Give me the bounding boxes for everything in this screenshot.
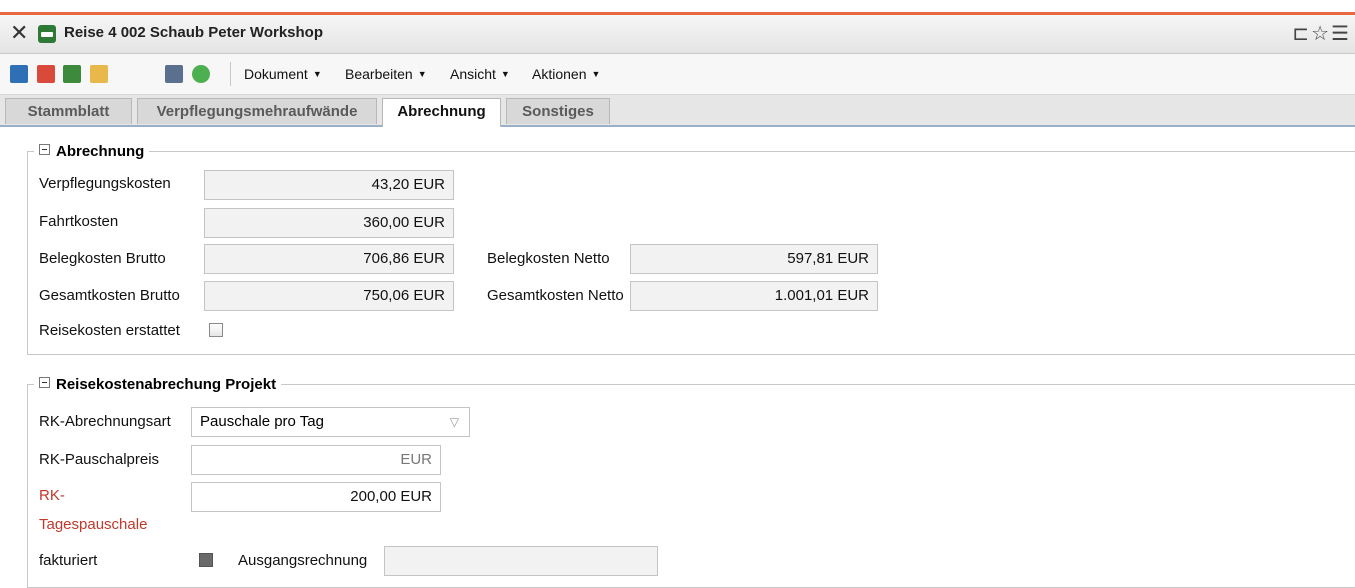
menu-icon[interactable]: ☰ [1331,23,1351,45]
gesamtkosten-netto-label: Gesamtkosten Netto [487,287,624,304]
rk-abrechnungsart-label: RK-Abrechnungsart [39,413,171,430]
tab-bar: Stammblatt Verpflegungsmehraufwände Abre… [0,95,1355,127]
pin-icon[interactable]: ⊏ [1292,23,1311,45]
belegkosten-netto-label: Belegkosten Netto [487,250,610,267]
belegkosten-brutto-label: Belegkosten Brutto [39,250,166,267]
menu-bearbeiten[interactable]: Bearbeiten ▼ [345,66,427,82]
gesamtkosten-brutto-label: Gesamtkosten Brutto [39,287,180,304]
rk-pauschalpreis-label: RK-Pauschalpreis [39,451,160,468]
menu-aktionen[interactable]: Aktionen ▼ [532,66,600,82]
title-bar: ✕ Reise 4 002 Schaub Peter Workshop ⊏☆☰ [0,15,1355,54]
delete-icon[interactable] [37,65,55,83]
travel-icon [38,25,56,43]
caret-down-icon: ▼ [500,69,510,79]
tab-abrechnung[interactable]: Abrechnung [382,98,501,127]
window-title: Reise 4 002 Schaub Peter Workshop [64,24,323,41]
belegkosten-brutto-field: 706,86 EUR [204,244,454,274]
tab-sonstiges[interactable]: Sonstiges [506,98,610,124]
gesamtkosten-netto-field: 1.001,01 EUR [630,281,878,311]
rk-tagespauschale-label-line2: Tagespauschale [39,516,148,533]
menu-ansicht[interactable]: Ansicht ▼ [450,66,510,82]
verpflegungskosten-field: 43,20 EUR [204,170,454,200]
rk-abrechnungsart-select[interactable]: Pauschale pro Tag ▽ [191,407,470,437]
gesamtkosten-brutto-field: 750,06 EUR [204,281,454,311]
ausgangsrechnung-field [384,546,658,576]
fahrtkosten-label: Fahrtkosten [39,213,119,230]
close-icon[interactable]: ✕ [10,21,28,45]
toolbar: Dokument ▼ Bearbeiten ▼ Ansicht ▼ Aktionen ▼ [0,54,1355,95]
check-icon[interactable] [192,65,210,83]
reisekosten-erstattet-label: Reisekosten erstattet [39,322,180,339]
dropdown-arrow-icon[interactable]: ▽ [450,408,459,436]
window-actions[interactable]: ⊏☆☰ [1292,21,1351,46]
verpflegungskosten-label: Verpflegungskosten [39,175,171,192]
save-icon[interactable] [10,65,28,83]
menu-dokument[interactable]: Dokument ▼ [244,66,322,82]
rk-tagespauschale-input[interactable]: 200,00 EUR [191,482,441,512]
collapse-icon[interactable] [39,144,50,155]
rk-pauschalpreis-input[interactable]: EUR [191,445,441,475]
caret-down-icon: ▼ [417,69,427,79]
toolbar-divider [230,62,231,86]
fakturiert-checkbox[interactable] [199,553,213,567]
tab-verpflegungsmehraufwaende[interactable]: Verpflegungsmehraufwände [137,98,377,124]
ausgangsrechnung-label: Ausgangsrechnung [238,552,368,569]
folder-icon[interactable] [90,65,108,83]
rk-tagespauschale-label-line1: RK- [39,487,65,504]
print-icon[interactable] [165,65,183,83]
projekt-legend[interactable]: Reisekostenabrechung Projekt [34,376,281,393]
tab-stammblatt[interactable]: Stammblatt [5,98,132,124]
caret-down-icon: ▼ [591,69,601,79]
collapse-icon[interactable] [39,377,50,388]
fakturiert-label: fakturiert [39,552,98,569]
reisekosten-erstattet-checkbox[interactable] [209,323,223,337]
star-icon[interactable]: ☆ [1311,23,1331,45]
download-icon[interactable] [63,65,81,83]
fahrtkosten-field: 360,00 EUR [204,208,454,238]
abrechnung-legend[interactable]: Abrechnung [34,143,149,160]
belegkosten-netto-field: 597,81 EUR [630,244,878,274]
caret-down-icon: ▼ [312,69,322,79]
